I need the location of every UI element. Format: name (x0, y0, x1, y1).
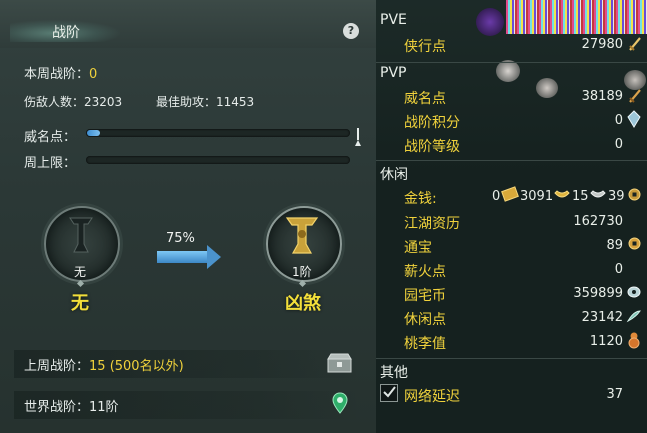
network-latency-value: 37 (606, 387, 623, 402)
gold-banner-icon (285, 217, 319, 254)
assists-label: 最佳助攻： (156, 95, 217, 109)
next-rank-small: 1阶 (292, 265, 312, 279)
rank-progress-percent: 75% (166, 231, 195, 246)
pvp-item-label: 战阶积分 (404, 115, 460, 131)
game-scene-strip (506, 0, 647, 34)
jade-ornament-icon (627, 286, 641, 298)
next-rank-name: 凶煞 (285, 293, 321, 314)
gourd-icon (628, 332, 640, 349)
leisure-item-value: 23142 (581, 310, 623, 325)
leisure-item-label: 休闲点 (404, 312, 446, 328)
cap-marker-icon (355, 128, 361, 146)
leisure-item-label: 薪火点 (404, 264, 446, 280)
leisure-item-value: 89 (606, 238, 623, 253)
sword-icon (629, 37, 641, 51)
current-rank-small: 无 (74, 265, 87, 279)
world-rank-label: 世界战阶： (24, 400, 90, 415)
gold-sycee-icon (554, 190, 570, 198)
money-copper: 15 (572, 189, 589, 204)
leisure-item-label: 江湖资历 (404, 216, 460, 232)
other-header: 其他 (380, 365, 408, 381)
grey-banner-icon (69, 217, 93, 253)
scene-skull-icon (496, 60, 520, 82)
leisure-header: 休闲 (380, 167, 408, 183)
scene-orb-icon (476, 8, 504, 36)
copper-coin-icon (628, 188, 641, 201)
money-gold: 0 (492, 189, 501, 204)
assists-value: 11453 (216, 95, 255, 109)
pvp-item-value: 0 (614, 137, 623, 152)
last-week-text: 上周战阶：15 (500名以外) (24, 355, 184, 374)
silver-sycee-icon (590, 190, 606, 198)
pvp-item-value: 38189 (581, 89, 623, 104)
enemies-label: 伤敌人数： (24, 95, 85, 109)
weekly-rank-value: 0 (89, 67, 98, 82)
money-label: 金钱: (404, 191, 437, 207)
gold-ingot-icon (501, 186, 519, 202)
assists-row: 最佳助攻：11453 (156, 93, 254, 110)
enemies-value: 23203 (84, 95, 123, 109)
weekly-cap-progress-bar (86, 156, 350, 164)
pvp-item-label: 战阶等级 (404, 139, 460, 155)
last-week-value: 15 (500名以外) (89, 359, 184, 374)
help-icon[interactable]: ? (343, 23, 359, 39)
money-tael: 39 (608, 189, 625, 204)
pvp-item-label: 威名点 (404, 91, 446, 107)
divider (376, 62, 647, 63)
money-silver: 3091 (520, 189, 554, 204)
network-latency-label: 网络延迟 (404, 389, 460, 405)
coin-icon (628, 237, 641, 250)
prestige-progress-fill (87, 130, 100, 136)
world-rank-value: 11阶 (89, 400, 119, 415)
prestige-label: 威名点： (24, 130, 77, 145)
scene-skull-icon (536, 78, 558, 98)
weekly-cap-label: 周上限： (24, 156, 77, 171)
leisure-item-label: 园宅币 (404, 288, 446, 304)
prestige-progress-bar (86, 129, 350, 137)
leisure-item-value: 1120 (589, 334, 623, 349)
leisure-item-value: 0 (614, 262, 623, 277)
pvp-item-value: 0 (614, 113, 623, 128)
feather-icon (626, 310, 641, 323)
leisure-item-value: 359899 (573, 286, 623, 301)
world-rank-text: 世界战阶：11阶 (24, 396, 119, 415)
panel-title: 战阶 (52, 25, 80, 41)
rank-panel: 战阶 ? 本周战阶：0 伤敌人数：23203 最佳助攻：11453 威名点： 周… (0, 0, 376, 433)
leisure-item-label: 通宝 (404, 240, 432, 256)
currency-panel: PVE 侠行点 27980 PVP 威名点 38189 战阶积分 0 战阶等级 … (376, 0, 647, 433)
leisure-item-label: 桃李值 (404, 336, 446, 352)
leisure-item-value: 162730 (573, 214, 623, 229)
enemies-row: 伤敌人数：23203 (24, 93, 122, 110)
pve-item-value: 27980 (581, 37, 623, 52)
pvp-header: PVP (380, 65, 407, 81)
progress-arrow (157, 251, 209, 263)
pve-header: PVE (380, 12, 407, 28)
divider (376, 358, 647, 359)
chest-icon[interactable] (327, 353, 352, 373)
sword-icon (629, 89, 641, 103)
scene-skull-icon (624, 70, 646, 90)
progress-arrow-head (207, 245, 221, 269)
pve-item-label: 侠行点 (404, 39, 446, 55)
crystal-icon (627, 110, 641, 128)
last-week-label: 上周战阶： (24, 359, 90, 374)
divider (376, 160, 647, 161)
checkmark-icon (383, 386, 396, 398)
weekly-rank-label: 本周战阶： (24, 67, 90, 82)
current-rank-name: 无 (71, 293, 89, 314)
location-pin-icon[interactable] (332, 392, 348, 414)
weekly-rank-row: 本周战阶：0 (24, 63, 97, 82)
